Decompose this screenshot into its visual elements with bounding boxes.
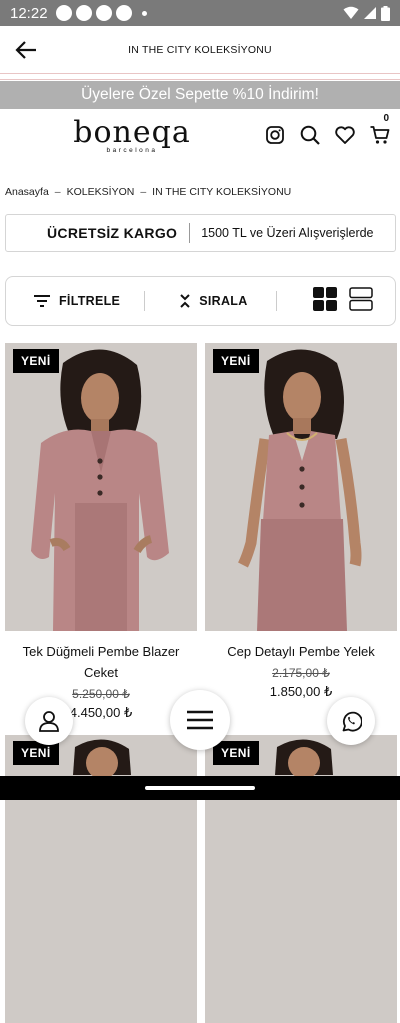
product-card[interactable]: YENİ Cep Detaylı Pembe Yelek 2.175,00 ₺ … [205,343,397,700]
filter-button[interactable]: FİLTRELE [33,294,120,308]
cart-count-badge: 0 [383,113,389,124]
logo[interactable]: boneqa barcelona [72,117,192,154]
notification-icon [116,5,132,21]
promo-banner[interactable]: Üyelere Özel Sepette %10 İndirim! [0,81,400,109]
breadcrumb-item-home[interactable]: Anasayfa [5,186,49,198]
filter-icon [33,294,51,308]
list-view-icon [349,287,373,311]
logo-brand: boneqa [72,117,192,149]
notification-icon [56,5,72,21]
store-header: boneqa barcelona 0 [0,109,400,171]
page-title: IN THE CITY KOLEKSİYONU [0,44,400,56]
arrow-left-icon [14,40,38,60]
whatsapp-icon [340,710,362,732]
filter-toolbar: FİLTRELE SIRALA [5,276,396,326]
divider [0,74,400,80]
product-old-price: 5.250,00 ₺ [5,687,197,701]
breadcrumb: Anasayfa – KOLEKSİYON – IN THE CITY KOLE… [5,186,291,198]
notification-icon [76,5,92,21]
product-card[interactable]: YENİ Tek Düğmeli Pembe Blazer Ceket 5.25… [5,343,197,721]
new-badge: YENİ [13,349,59,373]
wishlist-button[interactable] [335,125,355,145]
sort-button[interactable]: SIRALA [179,293,247,309]
system-nav-bar [0,776,400,800]
sort-label: SIRALA [199,294,247,308]
hamburger-menu-icon [186,710,214,730]
model-photo [205,343,397,631]
battery-icon [381,6,390,21]
free-shipping-description: 1500 TL ve Üzeri Alışverişlerde [190,226,373,240]
instagram-button[interactable] [265,125,285,145]
menu-button[interactable] [170,690,230,750]
grid-view-icon [313,287,337,311]
divider [276,291,277,311]
product-image[interactable]: YENİ [5,343,197,631]
new-badge: YENİ [213,349,259,373]
breadcrumb-separator: – [55,186,61,198]
account-button[interactable] [25,697,73,745]
home-gesture-handle[interactable] [145,786,255,790]
sort-icon [179,293,191,309]
product-price: 1.850,00 ₺ [205,684,397,700]
cart-button[interactable]: 0 [370,125,390,145]
breadcrumb-item-collection[interactable]: KOLEKSİYON [67,186,135,198]
notification-icon [96,5,112,21]
signal-icon [363,6,377,20]
product-name[interactable]: Tek Düğmeli Pembe Blazer Ceket [5,641,197,683]
breadcrumb-item-current: IN THE CITY KOLEKSİYONU [152,186,291,198]
free-shipping-title: ÜCRETSİZ KARGO [6,223,190,243]
product-image[interactable]: YENİ [205,343,397,631]
instagram-icon [266,126,284,144]
whatsapp-button[interactable] [327,697,375,745]
product-name[interactable]: Cep Detaylı Pembe Yelek [205,641,397,662]
divider [144,291,145,311]
free-shipping-banner: ÜCRETSİZ KARGO 1500 TL ve Üzeri Alışveri… [5,214,396,252]
app-bar: IN THE CITY KOLEKSİYONU [0,26,400,74]
product-old-price: 2.175,00 ₺ [205,666,397,680]
status-bar: 12:22 [0,0,400,26]
search-button[interactable] [300,125,320,145]
more-notifications-icon [142,11,147,16]
new-badge: YENİ [213,741,259,765]
grid-view-button[interactable] [313,287,337,316]
breadcrumb-separator: – [140,186,146,198]
wifi-icon [343,6,359,20]
status-time: 12:22 [10,5,48,22]
filter-label: FİLTRELE [59,294,120,308]
list-view-button[interactable] [349,287,373,316]
back-button[interactable] [0,26,52,74]
cart-icon [370,125,390,145]
model-photo [5,343,197,631]
user-icon [38,710,60,732]
heart-icon [335,126,355,144]
search-icon [300,125,320,145]
